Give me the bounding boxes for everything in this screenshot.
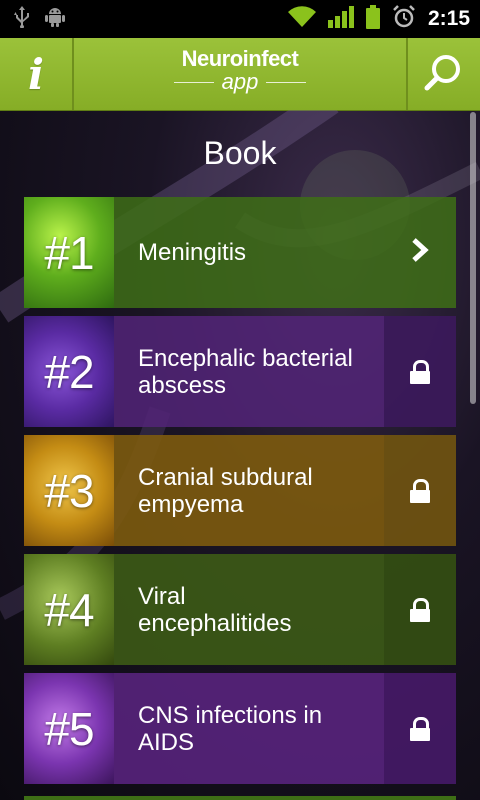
app-logo: Neuroinfect app: [160, 46, 320, 102]
lock-icon: [410, 597, 430, 622]
chapter-item-4[interactable]: #4 Viral encephalitides: [24, 554, 456, 665]
chapter-item-3[interactable]: #3 Cranial subdural empyema: [24, 435, 456, 546]
chapter-item-1[interactable]: #1 Meningitis: [24, 197, 456, 308]
clock-time: 2:15: [427, 7, 470, 30]
chapter-thumbnail: #4: [24, 554, 114, 665]
logo-rule-left: [173, 81, 214, 83]
chapter-thumbnail: #1: [24, 197, 114, 308]
chapter-thumbnail: #2: [24, 316, 114, 427]
chapter-lock-action: [384, 435, 456, 546]
logo-rule-right: [266, 81, 307, 83]
chapter-item-2[interactable]: #2 Encephalic bacterial abscess: [24, 316, 456, 427]
chapter-lock-action: [384, 673, 456, 784]
chapter-label-area: Viral encephalitides: [114, 554, 384, 665]
chapter-number: #1: [44, 226, 94, 279]
info-icon: i: [28, 49, 44, 99]
chapter-item-5[interactable]: #5 CNS infections in AIDS: [24, 673, 456, 784]
signal-icon: [327, 5, 354, 33]
chapter-number: #3: [44, 464, 94, 517]
chapter-title: CNS infections in AIDS: [138, 701, 323, 756]
chapter-lock-action: [384, 554, 456, 665]
scrollbar[interactable]: [470, 112, 476, 404]
chapter-title: Viral encephalitides: [138, 582, 292, 637]
chapter-item-partial[interactable]: [24, 796, 456, 800]
chapter-number: #4: [44, 583, 94, 636]
chapter-label-area: CNS infections in AIDS: [114, 673, 384, 784]
alarm-icon: [392, 4, 416, 34]
usb-icon: [14, 5, 30, 33]
android-debug-icon: [44, 6, 66, 33]
logo-subtitle: app: [160, 70, 320, 94]
chevron-right-icon: [410, 237, 430, 268]
chapter-title: Cranial subdural empyema: [138, 463, 313, 518]
search-icon: [424, 52, 464, 97]
chapter-label-area: Encephalic bacterial abscess: [114, 316, 384, 427]
chapter-open-action[interactable]: [384, 197, 456, 308]
chapter-lock-action: [384, 316, 456, 427]
lock-icon: [410, 478, 430, 503]
header-divider-left: [72, 38, 74, 110]
chapter-label-area: Meningitis: [114, 197, 384, 308]
chapter-title: Encephalic bacterial abscess: [138, 344, 353, 399]
chapter-label-area: Cranial subdural empyema: [114, 435, 384, 546]
battery-icon: [365, 4, 380, 34]
chapter-list: #1 Meningitis #2 Encephalic bacterial ab…: [24, 197, 456, 792]
status-bar: 2:15: [0, 0, 480, 38]
page-title: Book: [203, 135, 277, 171]
wifi-icon: [287, 5, 316, 33]
app-header: i Neuroinfect app: [0, 38, 480, 111]
logo-subtitle-text: app: [221, 69, 259, 94]
info-button[interactable]: i: [0, 38, 72, 110]
chapter-number: #5: [44, 702, 94, 755]
chapter-title: Meningitis: [138, 239, 247, 266]
search-button[interactable]: [408, 38, 480, 110]
chapter-thumbnail: #5: [24, 673, 114, 784]
lock-icon: [410, 716, 430, 741]
chapter-number: #2: [44, 345, 94, 398]
chapter-thumbnail: #3: [24, 435, 114, 546]
lock-icon: [410, 359, 430, 384]
